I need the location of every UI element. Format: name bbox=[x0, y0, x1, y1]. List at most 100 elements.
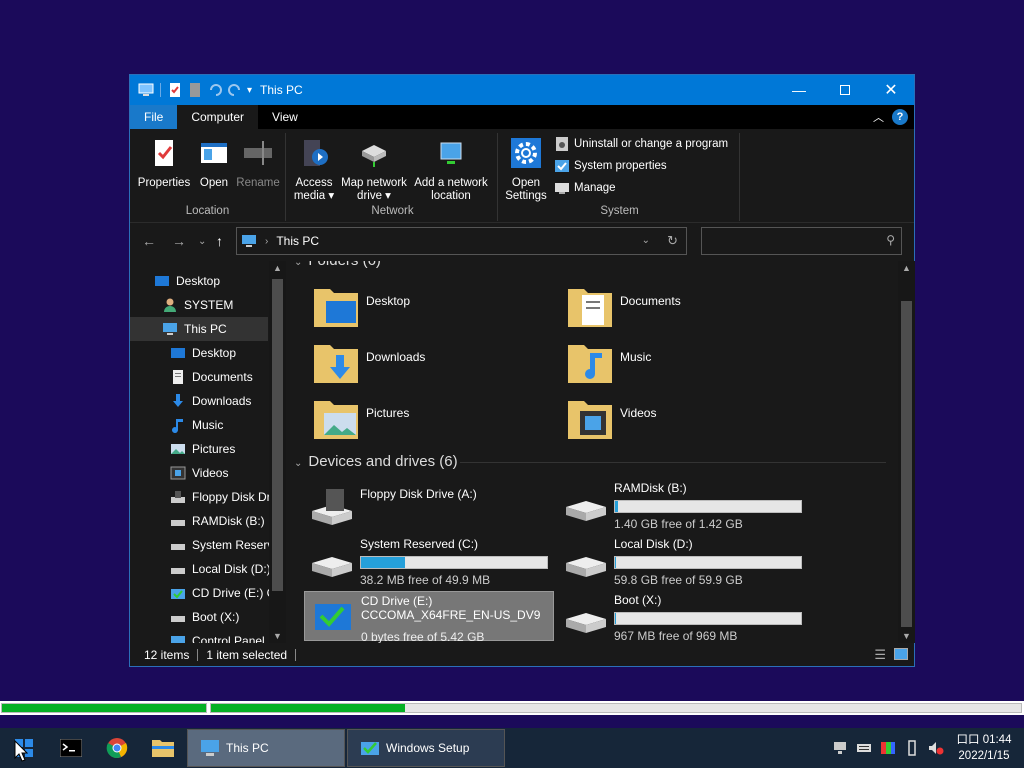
redo-icon[interactable] bbox=[227, 82, 243, 98]
add-network-location-button[interactable]: Add a network location bbox=[410, 137, 492, 203]
properties-icon[interactable] bbox=[167, 82, 183, 98]
folder-tile-videos[interactable]: Videos bbox=[566, 397, 656, 441]
nav-item-system-reserved[interactable]: System Reserve bbox=[170, 533, 280, 557]
details-view-icon[interactable]: ☰ bbox=[874, 647, 886, 663]
customize-toolbar-chevron-icon[interactable]: ▾ bbox=[247, 85, 252, 96]
nav-item-music[interactable]: Music bbox=[170, 413, 223, 437]
nav-item-pictures[interactable]: Pictures bbox=[170, 437, 235, 461]
system-properties-button[interactable]: System properties bbox=[554, 155, 728, 177]
drive-tile-system-reserved[interactable]: System Reserved (C:) 38.2 MB free of 49.… bbox=[304, 535, 554, 587]
setup-progress-bar bbox=[0, 701, 1024, 715]
recent-locations-chevron-icon[interactable]: ⌄ bbox=[198, 236, 206, 247]
rename-button[interactable]: Rename bbox=[236, 137, 280, 190]
chrome-icon bbox=[106, 738, 128, 758]
help-icon[interactable]: ? bbox=[892, 109, 908, 125]
hard-drive-icon bbox=[566, 501, 606, 521]
pictures-folder-icon bbox=[314, 401, 358, 439]
drive-tile-floppy[interactable]: Floppy Disk Drive (A:) bbox=[304, 485, 554, 535]
nav-item-downloads[interactable]: Downloads bbox=[170, 389, 251, 413]
network-icon[interactable] bbox=[832, 740, 848, 756]
taskbar-chrome[interactable] bbox=[94, 728, 140, 768]
up-arrow-icon[interactable]: ↑ bbox=[216, 233, 223, 249]
drive-tile-boot[interactable]: Boot (X:) 967 MB free of 969 MB bbox=[558, 591, 808, 643]
uninstall-program-button[interactable]: Uninstall or change a program bbox=[554, 133, 728, 155]
content-scrollbar[interactable]: ▲ ▼ bbox=[898, 261, 915, 643]
rename-icon bbox=[244, 141, 272, 165]
title-bar[interactable]: ▾ This PC — ✕ bbox=[130, 75, 914, 105]
folder-tile-pictures[interactable]: Pictures bbox=[312, 397, 409, 441]
access-media-button[interactable]: Access media ▾ bbox=[290, 137, 338, 203]
open-settings-button[interactable]: Open Settings bbox=[502, 137, 550, 203]
usb-device-icon[interactable] bbox=[904, 740, 920, 756]
nav-item-floppy[interactable]: Floppy Disk Dri bbox=[170, 485, 273, 509]
nav-item-documents[interactable]: Documents bbox=[170, 365, 253, 389]
refresh-icon[interactable]: ↻ bbox=[667, 233, 678, 249]
scroll-down-icon[interactable]: ▼ bbox=[902, 631, 911, 641]
tab-view[interactable]: View bbox=[258, 105, 312, 129]
this-pc-icon bbox=[201, 740, 219, 756]
folders-group-header[interactable]: ⌄Folders (6) bbox=[294, 261, 381, 269]
undo-icon[interactable] bbox=[207, 82, 223, 98]
nav-item-cd-drive[interactable]: CD Drive (E:) C bbox=[170, 581, 275, 605]
devices-group-header[interactable]: ⌄ Devices and drives (6) bbox=[294, 453, 458, 470]
drive-tile-cd-drive[interactable]: CD Drive (E:) CCCOMA_X64FRE_EN-US_DV9 0 b… bbox=[304, 591, 554, 643]
address-dropdown-chevron-icon[interactable]: ⌄ bbox=[642, 235, 650, 246]
taskbar-file-explorer[interactable] bbox=[140, 728, 186, 768]
floppy-drive-icon bbox=[312, 489, 352, 525]
taskbar-window-windows-setup[interactable]: Windows Setup bbox=[347, 729, 505, 767]
tab-computer[interactable]: Computer bbox=[177, 105, 259, 129]
address-bar[interactable]: › This PC ⌄ ↻ bbox=[236, 227, 687, 255]
map-network-drive-button[interactable]: Map network drive ▾ bbox=[338, 137, 410, 203]
open-button[interactable]: Open bbox=[194, 137, 234, 190]
clock[interactable]: 口口 01:44 2022/1/15 bbox=[952, 732, 1016, 764]
downloads-icon bbox=[173, 394, 183, 407]
nav-scrollbar-thumb[interactable] bbox=[272, 279, 283, 591]
content-scrollbar-thumb[interactable] bbox=[901, 301, 912, 627]
item-count: 12 items bbox=[144, 647, 190, 662]
nav-item-boot[interactable]: Boot (X:) bbox=[170, 605, 239, 629]
nav-item-system[interactable]: SYSTEM bbox=[162, 293, 233, 317]
scroll-up-icon[interactable]: ▲ bbox=[902, 263, 911, 273]
manage-button[interactable]: Manage bbox=[554, 177, 728, 199]
nav-item-ramdisk[interactable]: RAMDisk (B:) bbox=[170, 509, 265, 533]
rename-icon[interactable] bbox=[187, 82, 203, 98]
computer-icon[interactable] bbox=[138, 82, 154, 98]
scroll-up-icon[interactable]: ▲ bbox=[273, 263, 282, 273]
nav-item-videos[interactable]: Videos bbox=[170, 461, 228, 485]
maximize-button[interactable] bbox=[822, 75, 868, 105]
this-pc-icon bbox=[163, 323, 177, 335]
display-color-icon[interactable] bbox=[880, 740, 896, 756]
collapse-ribbon-icon[interactable]: ︿ bbox=[873, 109, 884, 125]
nav-pane-scrollbar[interactable]: ▲ ▼ bbox=[269, 261, 286, 643]
properties-button[interactable]: Properties bbox=[136, 137, 192, 190]
collapse-chevron-icon[interactable]: ⌄ bbox=[294, 261, 302, 268]
large-icons-view-icon[interactable] bbox=[894, 648, 908, 660]
breadcrumb-this-pc[interactable]: This PC bbox=[276, 234, 319, 248]
search-input[interactable]: ⚲ bbox=[701, 227, 902, 255]
system-commands: Uninstall or change a program System pro… bbox=[554, 133, 728, 199]
nav-item-desktop[interactable]: Desktop bbox=[170, 341, 236, 365]
folder-tile-documents[interactable]: Documents bbox=[566, 285, 681, 329]
taskbar-command-prompt[interactable] bbox=[48, 728, 94, 768]
folder-tile-music[interactable]: Music bbox=[566, 341, 651, 385]
scroll-down-icon[interactable]: ▼ bbox=[273, 631, 282, 641]
tab-file[interactable]: File bbox=[130, 105, 178, 129]
nav-item-local-disk[interactable]: Local Disk (D:) bbox=[170, 557, 271, 581]
close-button[interactable]: ✕ bbox=[868, 75, 914, 105]
drive-tile-local-disk[interactable]: Local Disk (D:) 59.8 GB free of 59.9 GB bbox=[558, 535, 808, 587]
maximize-icon bbox=[840, 85, 850, 95]
keyboard-icon[interactable] bbox=[856, 740, 872, 756]
back-arrow-icon[interactable]: ← bbox=[142, 233, 156, 249]
nav-item-this-pc[interactable]: This PC bbox=[130, 317, 268, 341]
minimize-button[interactable]: — bbox=[776, 75, 822, 105]
collapse-chevron-icon[interactable]: ⌄ bbox=[294, 458, 302, 469]
taskbar-window-this-pc[interactable]: This PC bbox=[187, 729, 345, 767]
folder-tile-downloads[interactable]: Downloads bbox=[312, 341, 425, 385]
folder-tile-desktop[interactable]: Desktop bbox=[312, 285, 410, 329]
nav-item-desktop-root[interactable]: Desktop bbox=[154, 269, 220, 293]
breadcrumb-separator-icon[interactable]: › bbox=[265, 236, 268, 247]
nav-item-control-panel[interactable]: Control Panel bbox=[170, 629, 265, 643]
drive-tile-ramdisk[interactable]: RAMDisk (B:) 1.40 GB free of 1.42 GB bbox=[558, 479, 808, 531]
forward-arrow-icon[interactable]: → bbox=[172, 233, 186, 249]
speaker-muted-icon[interactable] bbox=[928, 740, 944, 756]
